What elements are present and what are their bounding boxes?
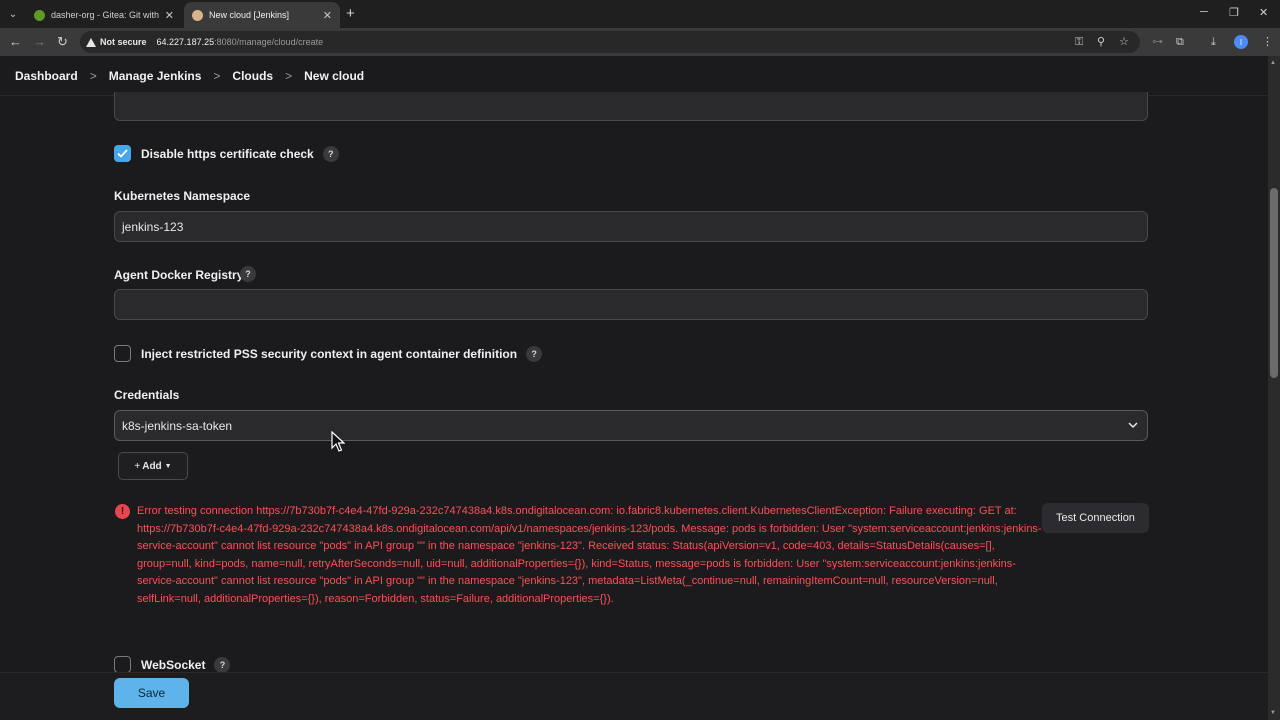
- browser-tab-gitea[interactable]: dasher-org - Gitea: Git with a cup of te…: [26, 2, 182, 28]
- link-icon[interactable]: ⊶: [1152, 36, 1163, 48]
- tab-title: dasher-org - Gitea: Git with a cup of te…: [51, 10, 159, 20]
- registry-label: Agent Docker Registry: [114, 268, 244, 282]
- help-icon[interactable]: ?: [526, 345, 543, 362]
- websocket-label: WebSocket: [141, 657, 206, 672]
- download-icon[interactable]: ⤓: [1211, 36, 1216, 48]
- certificate-textarea[interactable]: [114, 92, 1148, 121]
- profile-avatar[interactable]: I: [1234, 35, 1248, 49]
- scrollbar-thumb[interactable]: [1270, 188, 1278, 378]
- breadcrumb-dashboard[interactable]: Dashboard: [15, 69, 78, 83]
- url-path: :8080/manage/cloud/create: [214, 37, 324, 47]
- help-icon[interactable]: ?: [322, 145, 339, 162]
- add-label: Add: [142, 460, 162, 472]
- browser-tab-strip: ⌄ dasher-org - Gitea: Git with a cup of …: [0, 0, 1280, 28]
- tab-title: New cloud [Jenkins]: [209, 10, 290, 20]
- inject-pss-checkbox[interactable]: [114, 345, 131, 362]
- disable-https-label: Disable https certificate check: [141, 146, 314, 161]
- close-window-icon[interactable]: ✕: [1259, 6, 1268, 19]
- forward-icon[interactable]: →: [33, 34, 46, 50]
- plus-icon: +: [134, 460, 141, 472]
- chevron-down-icon: [1128, 422, 1138, 429]
- extensions-icon[interactable]: ⧉: [1176, 36, 1184, 48]
- websocket-row: WebSocket ?: [114, 656, 231, 673]
- form-action-bar: [0, 672, 1268, 720]
- not-secure-label: Not secure: [100, 37, 147, 47]
- disable-https-checkbox[interactable]: [114, 145, 131, 162]
- page-scrollbar[interactable]: [1268, 56, 1280, 720]
- scroll-up-icon[interactable]: ▲: [1270, 60, 1276, 66]
- help-icon[interactable]: ?: [240, 266, 256, 282]
- address-bar[interactable]: Not secure 64.227.187.25:8080/manage/clo…: [80, 31, 1140, 53]
- restore-icon[interactable]: ❐: [1229, 6, 1239, 19]
- namespace-input[interactable]: jenkins-123: [114, 211, 1148, 242]
- connection-error-message: Error testing connection https://7b730b7…: [137, 505, 1042, 605]
- gitea-favicon-icon: [34, 9, 45, 21]
- tab-search-icon[interactable]: ⌄: [4, 5, 22, 23]
- zoom-icon[interactable]: ⚲: [1097, 36, 1105, 48]
- disable-https-row: Disable https certificate check ?: [114, 145, 339, 162]
- checkmark-icon: [117, 149, 128, 158]
- help-icon[interactable]: ?: [214, 656, 231, 673]
- credentials-label: Credentials: [114, 388, 180, 402]
- breadcrumb-separator-icon: >: [89, 68, 97, 83]
- close-tab-icon[interactable]: ✕: [165, 9, 174, 22]
- add-credentials-button[interactable]: + Add ▼: [118, 452, 188, 480]
- menu-kebab-icon[interactable]: ⋮: [1262, 36, 1273, 48]
- scroll-down-icon[interactable]: ▼: [1270, 710, 1276, 716]
- inject-pss-label: Inject restricted PSS security context i…: [141, 346, 518, 361]
- breadcrumb-separator-icon: >: [213, 68, 221, 83]
- registry-input[interactable]: [114, 289, 1148, 320]
- new-tab-icon[interactable]: +: [346, 6, 355, 21]
- jenkins-favicon-icon: [192, 9, 203, 21]
- websocket-checkbox[interactable]: [114, 656, 131, 673]
- breadcrumb: Dashboard > Manage Jenkins > Clouds > Ne…: [0, 56, 1268, 96]
- namespace-label: Kubernetes Namespace: [114, 189, 251, 203]
- bookmark-star-icon[interactable]: ☆: [1119, 36, 1129, 48]
- close-tab-icon[interactable]: ✕: [323, 9, 332, 22]
- inject-pss-row: Inject restricted PSS security context i…: [114, 345, 543, 362]
- password-key-icon[interactable]: ⚿: [1075, 36, 1083, 48]
- warning-icon: [86, 37, 96, 47]
- credentials-selected-value: k8s-jenkins-sa-token: [122, 418, 233, 433]
- caret-down-icon: ▼: [164, 462, 172, 470]
- breadcrumb-manage-jenkins[interactable]: Manage Jenkins: [109, 69, 202, 83]
- minimize-icon[interactable]: ─: [1200, 6, 1208, 18]
- breadcrumb-separator-icon: >: [285, 68, 293, 83]
- back-icon[interactable]: ←: [9, 34, 22, 50]
- browser-tab-jenkins[interactable]: New cloud [Jenkins] ✕: [184, 2, 340, 28]
- reload-icon[interactable]: ↻: [57, 34, 68, 50]
- credentials-select[interactable]: k8s-jenkins-sa-token: [114, 410, 1148, 441]
- not-secure-badge[interactable]: Not secure: [86, 37, 147, 47]
- error-icon: !: [115, 504, 130, 519]
- test-connection-button[interactable]: Test Connection: [1042, 503, 1149, 533]
- browser-toolbar: ← → ↻ Not secure 64.227.187.25:8080/mana…: [0, 28, 1280, 56]
- breadcrumb-clouds[interactable]: Clouds: [232, 69, 273, 83]
- breadcrumb-new-cloud[interactable]: New cloud: [304, 69, 364, 83]
- mouse-cursor-icon: [331, 431, 345, 452]
- url-host: 64.227.187.25: [156, 37, 215, 47]
- save-button[interactable]: Save: [114, 678, 189, 708]
